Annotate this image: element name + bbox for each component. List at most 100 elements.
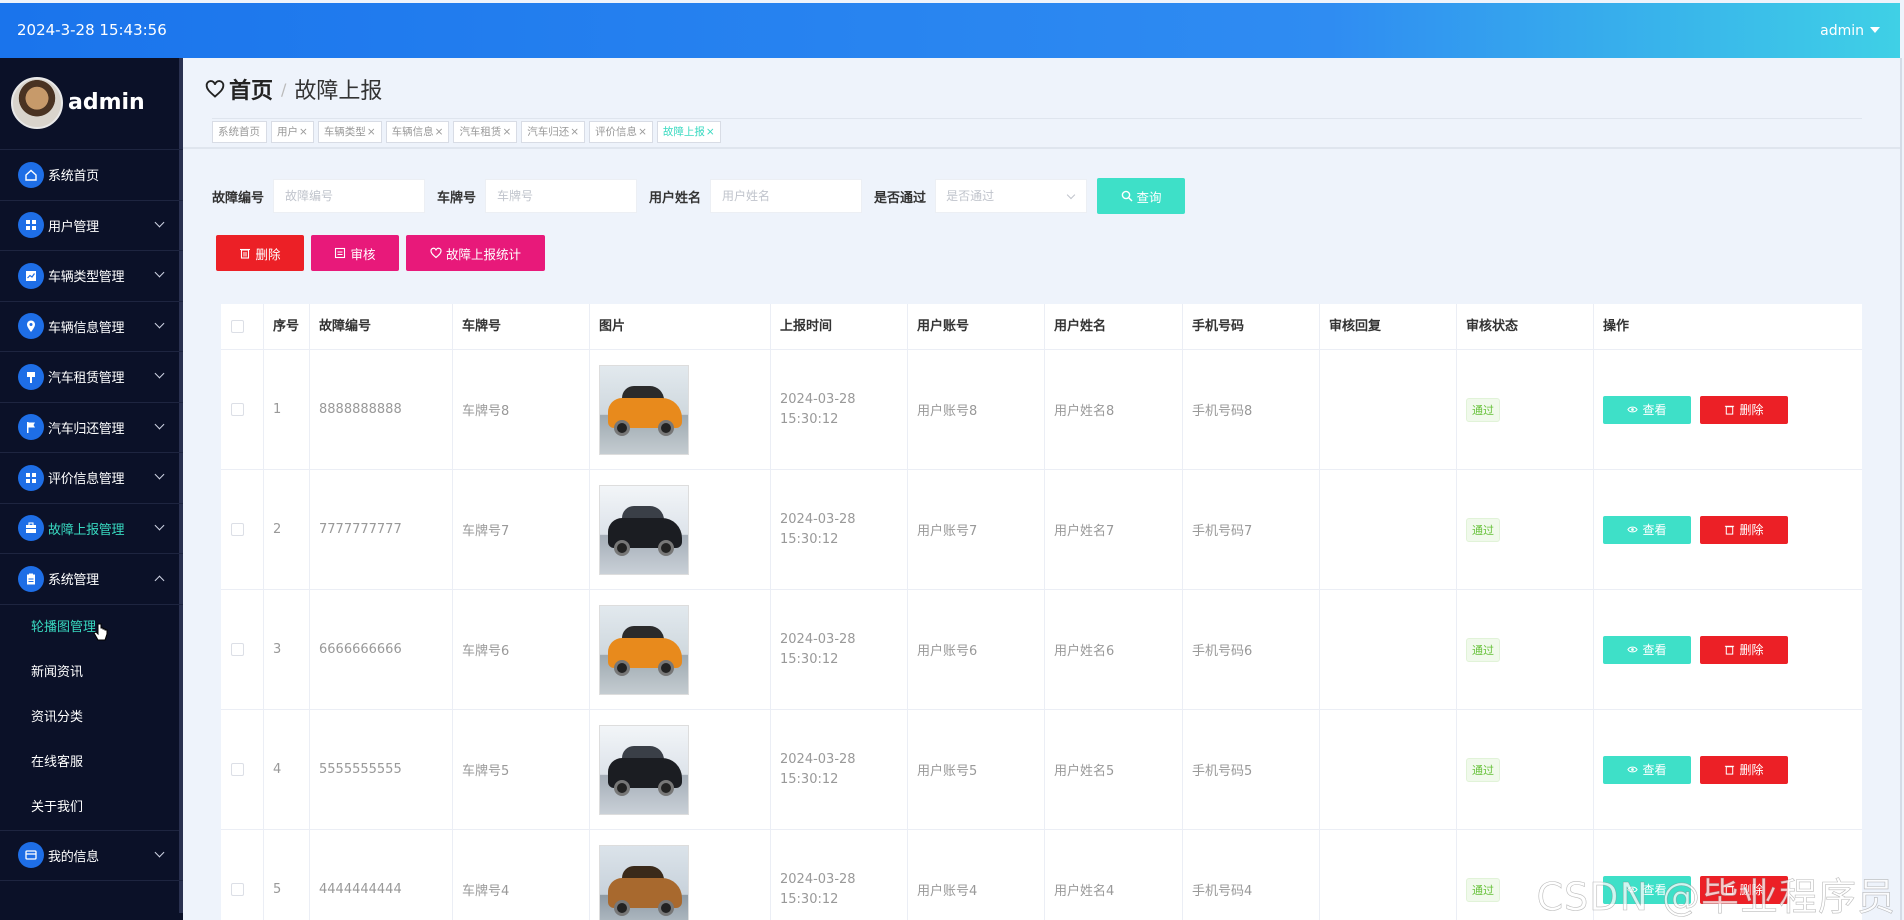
row-check-cell [221, 710, 264, 829]
car-image[interactable] [599, 364, 689, 455]
submenu-item-news[interactable]: 新闻资讯 [0, 650, 183, 695]
view-button[interactable]: 查看 [1603, 635, 1691, 664]
status-badge: 通过 [1466, 397, 1500, 422]
tab-tag[interactable]: 车辆信息× [385, 121, 450, 143]
audit-button[interactable]: 审核 [311, 235, 399, 271]
pass-label: 是否通过 [874, 190, 927, 206]
document-icon [335, 247, 346, 259]
close-icon[interactable]: × [299, 126, 308, 138]
avatar[interactable] [11, 77, 63, 129]
sidebar-item-my-info[interactable]: 我的信息 [0, 831, 183, 881]
cell-account: 用户账号4 [908, 830, 1045, 920]
row-checkbox[interactable] [231, 763, 244, 776]
table-header-row: 序号 故障编号 车牌号 图片 上报时间 用户账号 用户姓名 手机号码 审核回复 … [221, 304, 1862, 350]
car-wheel [658, 419, 674, 436]
view-button[interactable]: 查看 [1603, 755, 1691, 784]
tags-view: 系统首页 用户× 车辆类型× 车辆信息× 汽车租赁× 汽车归还× 评价信息× 故障上报× [212, 121, 721, 143]
tab-tag[interactable]: 汽车租赁× [453, 121, 518, 143]
fault-table: 序号 故障编号 车牌号 图片 上报时间 用户账号 用户姓名 手机号码 审核回复 … [221, 304, 1862, 920]
close-icon[interactable]: × [638, 126, 647, 138]
query-button[interactable]: 查询 [1097, 178, 1186, 214]
user-name-input[interactable]: 用户姓名 [710, 179, 863, 213]
cell-index: 1 [264, 350, 310, 469]
breadcrumb-home[interactable]: 首页 [229, 73, 273, 105]
tab-tag[interactable]: 评价信息× [589, 121, 653, 143]
sidebar-item-label: 汽车租赁管理 [48, 371, 125, 387]
close-icon[interactable]: × [367, 126, 376, 138]
delete-label: 删除 [1739, 763, 1764, 777]
row-checkbox[interactable] [231, 523, 244, 536]
tab-tag[interactable]: 车辆类型× [317, 121, 382, 143]
sidebar-item-home[interactable]: 系统首页 [0, 150, 183, 201]
table-row: 3 6666666666 车牌号6 2024-03-28 15:30:12 用户账号6 用… [221, 590, 1862, 710]
row-checkbox[interactable] [231, 643, 244, 656]
sidebar-item-label: 系统首页 [48, 169, 99, 185]
close-icon[interactable]: × [570, 126, 579, 138]
car-wheel [614, 539, 630, 556]
eye-icon [1627, 526, 1639, 533]
search-icon [1121, 190, 1133, 202]
tab-tag[interactable]: 系统首页 [212, 121, 267, 143]
close-icon[interactable]: × [435, 126, 444, 138]
car-image[interactable] [599, 724, 689, 815]
view-button[interactable]: 查看 [1603, 395, 1691, 424]
pass-select-placeholder: 是否通过 [946, 189, 995, 203]
delete-button[interactable]: 删除 [1700, 755, 1788, 784]
delete-button[interactable]: 删除 [1700, 515, 1788, 544]
sidebar-menu: 系统首页用户管理车辆类型管理车辆信息管理汽车租赁管理汽车归还管理 评价信息管理 故障… [0, 150, 183, 881]
close-icon[interactable]: × [502, 126, 511, 138]
tab-tag[interactable]: 故障上报× [656, 121, 721, 143]
tag-label: 车辆类型 [323, 126, 366, 138]
car-wheel [658, 779, 674, 796]
car-image[interactable] [599, 844, 689, 920]
chart-icon [18, 262, 44, 289]
cell-plate: 车牌号4 [453, 830, 590, 920]
cell-user-name: 用户姓名7 [1045, 470, 1183, 589]
cell-account: 用户账号7 [908, 470, 1045, 589]
car-image[interactable] [599, 604, 689, 695]
select-all-checkbox[interactable] [231, 320, 244, 333]
car-image[interactable] [599, 484, 689, 575]
fault-no-input[interactable]: 故障编号 [273, 179, 426, 213]
plate-input[interactable]: 车牌号 [485, 179, 638, 213]
row-checkbox[interactable] [231, 403, 244, 416]
pass-select[interactable]: 是否通过 [935, 179, 1088, 213]
delete-button[interactable]: 删除 [1700, 395, 1788, 424]
submenu-item-about-us[interactable]: 关于我们 [0, 785, 183, 830]
batch-delete-button[interactable]: 删除 [216, 235, 304, 271]
trash-icon [240, 248, 251, 259]
th-account: 用户账号 [908, 304, 1045, 349]
submenu-item-online-service[interactable]: 在线客服 [0, 740, 183, 785]
cell-audit-status: 通过 [1457, 710, 1594, 829]
user-dropdown[interactable]: admin [1820, 23, 1880, 39]
view-button[interactable]: 查看 [1603, 515, 1691, 544]
cell-fault-no: 6666666666 [310, 590, 453, 709]
submenu-item-news-category[interactable]: 资讯分类 [0, 695, 183, 740]
sidebar-item-fault-report[interactable]: 故障上报管理 [0, 504, 183, 554]
cell-audit-reply [1320, 710, 1457, 829]
chevron-down-icon [154, 318, 165, 328]
fault-stat-label: 故障上报统计 [445, 246, 521, 262]
status-badge: 通过 [1466, 757, 1500, 782]
card-icon [18, 842, 44, 869]
th-audit-reply: 审核回复 [1320, 304, 1457, 349]
chevron-down-icon [154, 419, 165, 429]
grid-icon [18, 212, 44, 239]
sidebar-item-users[interactable]: 用户管理 [0, 201, 183, 251]
page-scrollbar[interactable] [1900, 58, 1902, 920]
sidebar-item-vehicle-type[interactable]: 车辆类型管理 [0, 251, 183, 302]
tab-tag[interactable]: 汽车归还× [521, 121, 586, 143]
sidebar-item-return[interactable]: 汽车归还管理 [0, 403, 183, 453]
tab-tag[interactable]: 用户× [271, 121, 314, 143]
sidebar-item-vehicle-info[interactable]: 车辆信息管理 [0, 302, 183, 352]
sidebar-item-label: 车辆类型管理 [48, 270, 125, 286]
sidebar-item-system[interactable]: 系统管理 [0, 554, 183, 605]
row-checkbox[interactable] [231, 883, 244, 896]
delete-button[interactable]: 删除 [1700, 635, 1788, 664]
submenu-item-carousel[interactable]: 轮播图管理 [0, 605, 183, 650]
close-icon[interactable]: × [706, 126, 715, 138]
fault-stat-button[interactable]: 故障上报统计 [406, 235, 545, 271]
cell-report-time: 2024-03-28 15:30:12 [771, 830, 908, 920]
sidebar-item-review[interactable]: 评价信息管理 [0, 453, 183, 504]
sidebar-item-rental[interactable]: 汽车租赁管理 [0, 352, 183, 403]
